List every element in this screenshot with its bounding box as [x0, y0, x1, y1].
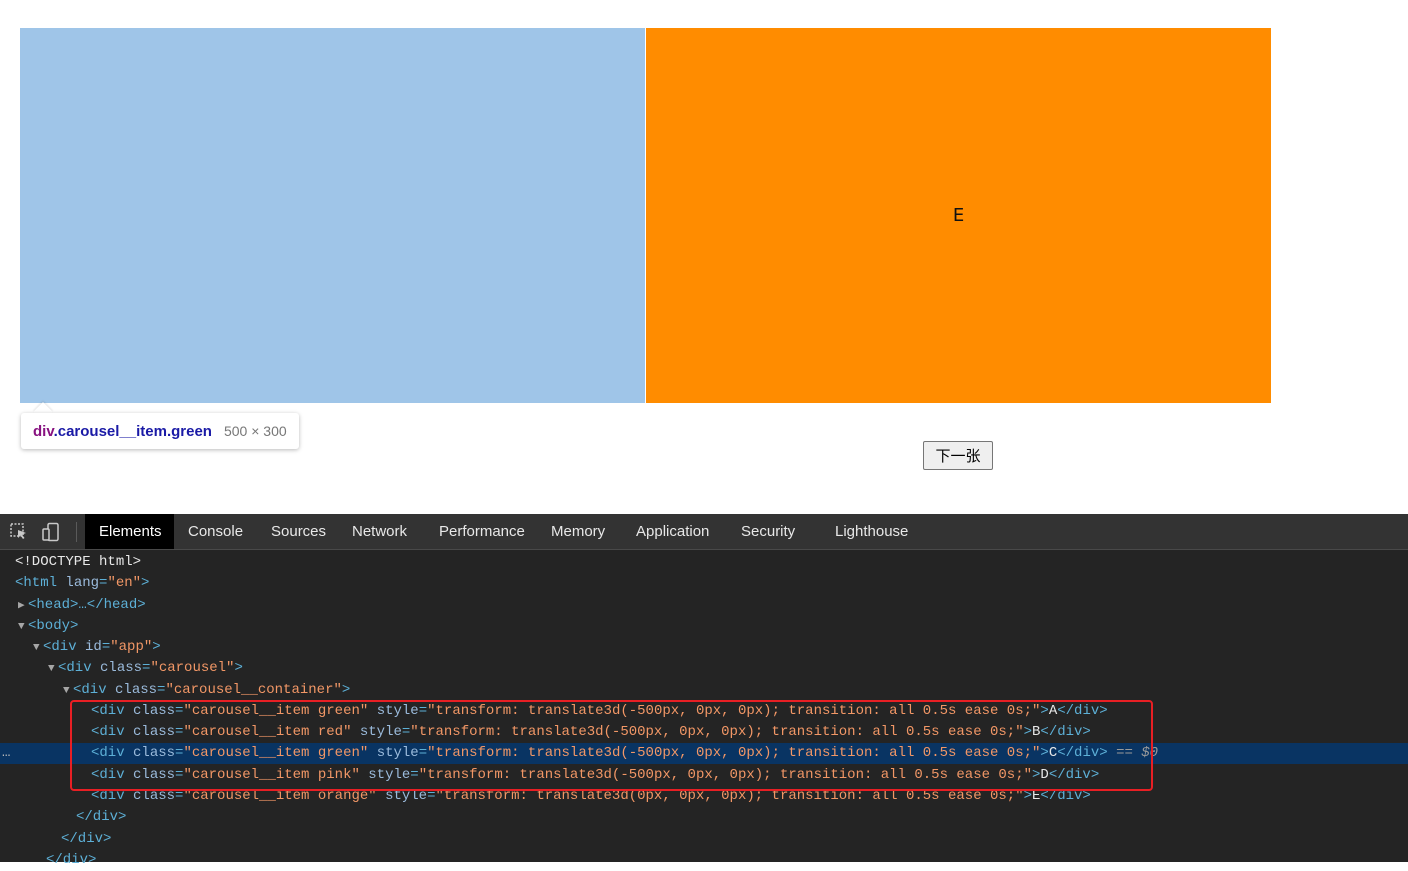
- tab-network[interactable]: Network: [338, 514, 421, 549]
- carousel-item-orange: E: [646, 28, 1271, 403]
- element-inspect-tooltip: div.carousel__item.green 500 × 300: [21, 413, 299, 449]
- page-viewport: E div.carousel__item.green 500 × 300 下一张: [0, 0, 1408, 514]
- dom-node-doctype[interactable]: <!DOCTYPE html>: [0, 552, 1408, 573]
- tab-console[interactable]: Console: [174, 514, 257, 549]
- carousel-item-label: E: [952, 205, 965, 226]
- dom-node-html[interactable]: <html lang="en">: [0, 573, 1408, 594]
- collapse-triangle-icon: ▼: [48, 663, 55, 675]
- devtools-toolbar: Elements Console Sources Network Perform…: [0, 514, 1408, 550]
- device-toolbar-icon[interactable]: [41, 522, 61, 542]
- dom-node-app[interactable]: ▼ <div id="app">: [0, 637, 1408, 658]
- tab-memory[interactable]: Memory: [537, 514, 619, 549]
- element-highlight-overlay: [20, 28, 645, 403]
- expand-triangle-icon: ▶: [18, 600, 25, 612]
- dom-node-carousel-item-c-selected[interactable]: … <div class="carousel__item green" styl…: [0, 743, 1408, 764]
- tooltip-selector: div.carousel__item.green: [33, 422, 212, 440]
- toolbar-divider: [76, 522, 77, 542]
- tab-performance[interactable]: Performance: [425, 514, 539, 549]
- tab-lighthouse[interactable]: Lighthouse: [821, 514, 922, 549]
- dom-node-body[interactable]: ▼ <body>: [0, 616, 1408, 637]
- dom-node-carousel-item-d[interactable]: <div class="carousel__item pink" style="…: [0, 765, 1408, 786]
- dom-node-carousel-close[interactable]: </div>: [0, 829, 1408, 850]
- inspect-element-icon[interactable]: [9, 522, 29, 542]
- dom-node-carousel[interactable]: ▼ <div class="carousel">: [0, 658, 1408, 679]
- selected-node-marker: == $0: [1116, 745, 1159, 761]
- next-slide-button[interactable]: 下一张: [923, 441, 993, 470]
- dom-node-carousel-item-a[interactable]: <div class="carousel__item green" style=…: [0, 701, 1408, 722]
- dom-node-head[interactable]: ▶ <head>…</head>: [0, 595, 1408, 616]
- dom-node-carousel-item-e[interactable]: <div class="carousel__item orange" style…: [0, 786, 1408, 807]
- carousel-item-green-highlighted: [20, 28, 645, 403]
- tab-security[interactable]: Security: [727, 514, 809, 549]
- tooltip-dimensions: 500 × 300: [223, 423, 287, 439]
- devtools-panel: Elements Console Sources Network Perform…: [0, 514, 1408, 868]
- tab-sources[interactable]: Sources: [257, 514, 340, 549]
- tab-elements[interactable]: Elements: [85, 514, 174, 549]
- collapse-triangle-icon: ▼: [33, 642, 40, 654]
- dom-node-container-close[interactable]: </div>: [0, 807, 1408, 828]
- dom-node-carousel-item-b[interactable]: <div class="carousel__item red" style="t…: [0, 722, 1408, 743]
- more-options-icon[interactable]: …: [2, 743, 10, 764]
- collapse-triangle-icon: ▼: [18, 621, 25, 633]
- dom-node-carousel-container[interactable]: ▼ <div class="carousel__container">: [0, 680, 1408, 701]
- dom-node-app-close[interactable]: </div>: [0, 850, 1408, 871]
- tab-application[interactable]: Application: [622, 514, 723, 549]
- collapse-triangle-icon: ▼: [63, 685, 70, 697]
